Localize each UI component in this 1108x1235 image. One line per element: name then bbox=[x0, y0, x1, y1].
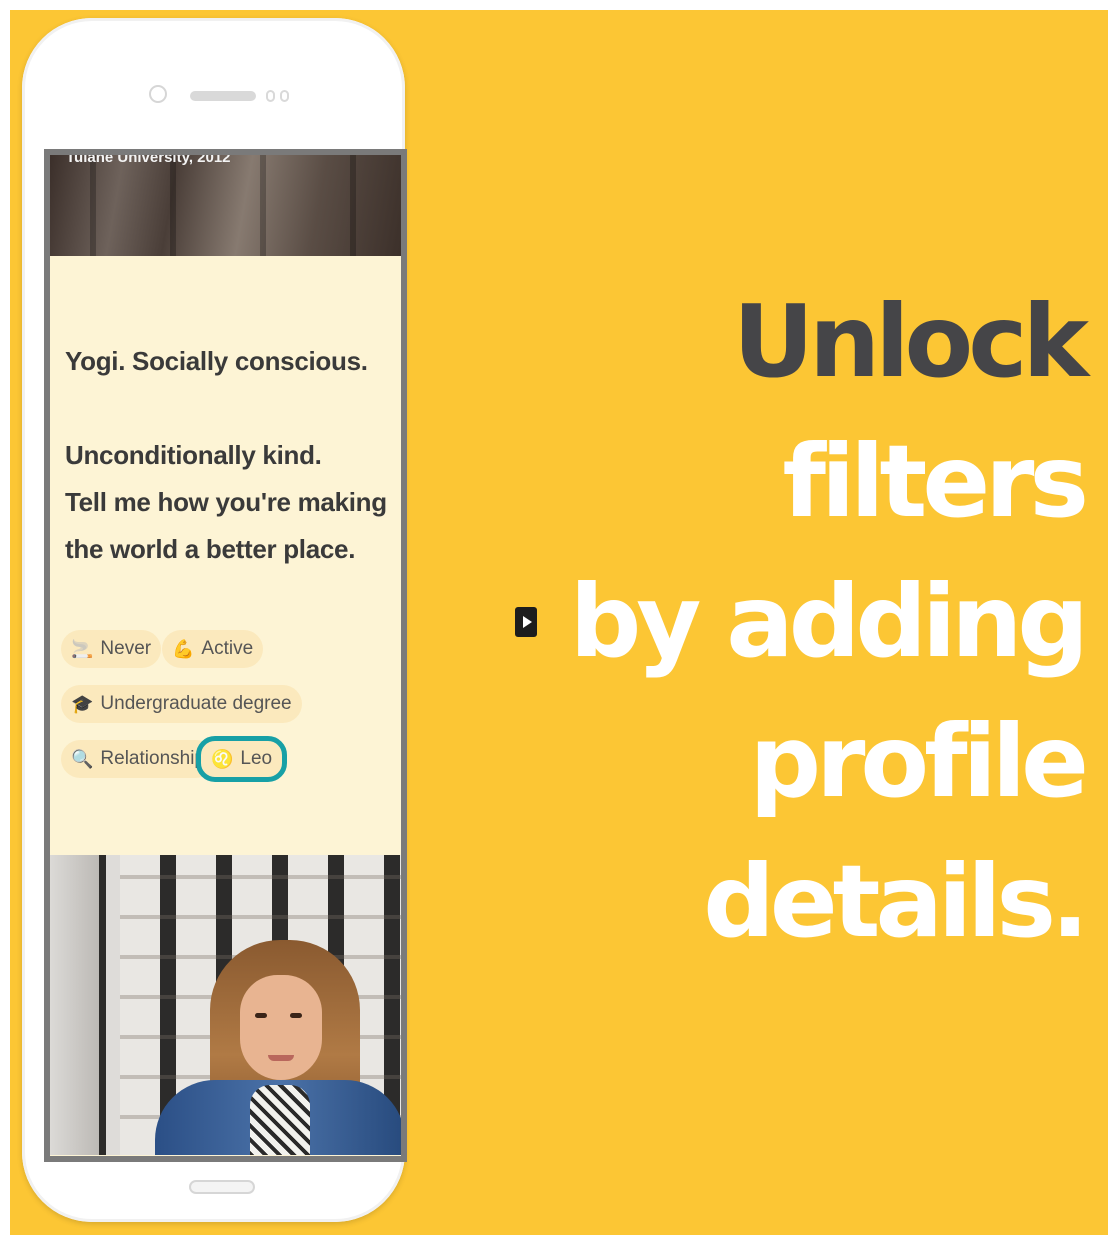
phone-mockup: Tulane University, 2012 Yogi. Socially c… bbox=[22, 18, 407, 1222]
headline-line: filters bbox=[782, 423, 1089, 540]
camera-icon bbox=[149, 85, 167, 103]
chip-label: Active bbox=[201, 638, 254, 659]
home-button[interactable] bbox=[189, 1180, 255, 1194]
chip-label: Never bbox=[100, 638, 152, 659]
smoking-icon: 🚬 bbox=[71, 638, 94, 659]
prompt-text: the world a better place. bbox=[65, 534, 356, 564]
chip-zodiac-highlighted[interactable]: ♌ Leo bbox=[196, 736, 288, 782]
promo-canvas: Tulane University, 2012 Yogi. Socially c… bbox=[10, 10, 1108, 1235]
zodiac-icon: ♌ bbox=[211, 748, 234, 769]
exercise-icon: 💪 bbox=[172, 638, 195, 659]
headline-line: details. bbox=[703, 843, 1089, 960]
prompt-text: Unconditionally kind. bbox=[65, 440, 322, 470]
headline-line: profile bbox=[749, 703, 1089, 820]
headline: Unlock filters by adding profile details… bbox=[569, 272, 1089, 972]
search-icon: 🔍 bbox=[71, 748, 94, 769]
headline-line: by adding bbox=[569, 563, 1089, 680]
headline-line: Unlock bbox=[732, 283, 1089, 400]
sensor-dot bbox=[266, 90, 275, 102]
chip-exercise[interactable]: 💪 Active bbox=[162, 630, 264, 668]
chip-label: Relationship bbox=[100, 748, 205, 769]
profile-photo-top: Tulane University, 2012 bbox=[50, 155, 401, 256]
play-icon[interactable] bbox=[515, 607, 537, 637]
chip-smoking[interactable]: 🚬 Never bbox=[61, 630, 162, 668]
education-caption: Tulane University, 2012 bbox=[66, 155, 231, 166]
prompt-text: Yogi. Socially conscious. bbox=[65, 346, 368, 376]
speaker-grille bbox=[190, 91, 256, 101]
sensor-dot bbox=[280, 90, 289, 102]
chip-education[interactable]: 🎓 Undergraduate degree bbox=[61, 685, 302, 723]
chip-label: Leo bbox=[240, 748, 273, 769]
profile-card[interactable]: Tulane University, 2012 Yogi. Socially c… bbox=[50, 155, 401, 1156]
profile-photo bbox=[50, 855, 401, 1155]
chip-label: Undergraduate degree bbox=[100, 693, 292, 714]
phone-screen: Tulane University, 2012 Yogi. Socially c… bbox=[44, 149, 407, 1162]
graduation-cap-icon: 🎓 bbox=[71, 693, 94, 714]
chip-looking-for[interactable]: 🔍 Relationship bbox=[61, 740, 215, 778]
prompt-text: Tell me how you're making bbox=[65, 487, 387, 517]
